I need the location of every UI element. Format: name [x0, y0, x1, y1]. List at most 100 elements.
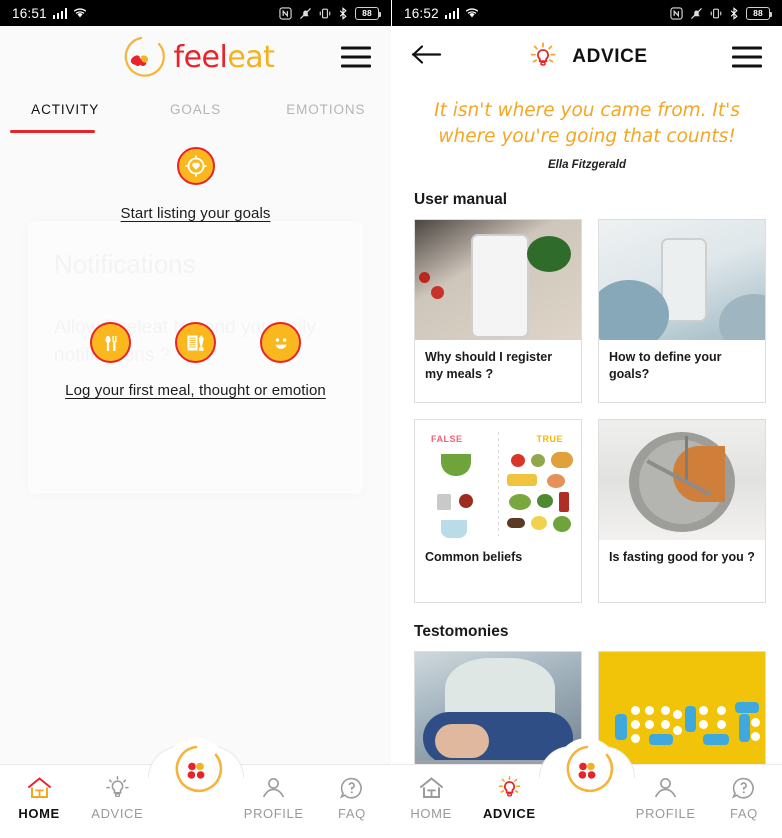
feeleat-clover-logo-icon: [124, 36, 165, 77]
tab-activity[interactable]: ACTIVITY: [0, 88, 130, 133]
status-bar-right: 88: [279, 6, 381, 20]
false-label: FALSE: [431, 434, 463, 445]
nav-label-profile: PROFILE: [243, 806, 304, 821]
article-card[interactable]: Why should I register my meals ?: [414, 219, 582, 404]
lightbulb-icon: [498, 776, 520, 797]
daily-quote: It isn't where you came from. It's where…: [392, 88, 782, 171]
status-bar-right-screen: 16:52 88: [392, 0, 782, 26]
feeleat-clover-fab-icon: [175, 745, 222, 793]
advice-header: ADVICE: [392, 26, 782, 88]
status-bar-left: 16:51: [12, 6, 87, 21]
advice-page-title: ADVICE: [572, 46, 648, 67]
back-arrow-glyph: [411, 45, 442, 64]
cutlery-glyph: [104, 335, 116, 351]
smiley-icon[interactable]: [260, 322, 301, 363]
feeleat-fab-button[interactable]: [556, 738, 618, 800]
notes-pen-icon[interactable]: [175, 322, 216, 363]
lightbulb-icon: [530, 42, 556, 66]
feeleat-fab-button[interactable]: [164, 738, 227, 800]
section-title-user-manual: User manual: [414, 191, 508, 209]
brand-wordmark: feeleat: [174, 40, 275, 75]
article-caption: Why should I register my meals ?: [425, 350, 553, 381]
quote-text: It isn't where you came from. It's where…: [434, 100, 740, 147]
article-caption: Is fasting good for you ?: [609, 550, 755, 565]
section-title-testimonies: Testomonies: [414, 623, 509, 641]
question-bubble-icon: [340, 777, 363, 799]
testimony-thumbnail: [415, 652, 581, 764]
bell-muted-icon: [691, 7, 702, 19]
dual-screenshot-container: 16:51 88 feeleat ACTIVITY GOALS EMOTIONS…: [0, 0, 782, 838]
nav-item-profile[interactable]: PROFILE: [235, 776, 313, 821]
article-card[interactable]: FALSE TRUE Common beliefs: [414, 419, 582, 604]
battery-icon: 88: [746, 6, 772, 20]
bell-muted-icon: [300, 7, 311, 19]
start-listing-goals-link[interactable]: Start listing your goals: [121, 205, 271, 222]
user-manual-row-1: Why should I register my meals ? How to …: [392, 219, 782, 404]
nav-label-faq: FAQ: [338, 806, 366, 821]
tab-goals[interactable]: GOALS: [130, 88, 260, 130]
user-manual-row-2: FALSE TRUE Common beliefs Is fasting goo…: [392, 419, 782, 604]
target-heart-icon[interactable]: [176, 147, 215, 185]
battery-level: 88: [362, 8, 372, 18]
nfc-icon: [279, 6, 292, 20]
testimony-card[interactable]: To agree to take medication: [598, 651, 766, 764]
question-bubble-icon: [732, 777, 755, 799]
status-time: 16:51: [12, 5, 47, 21]
home-content: Notifications Allow Feeleat to send you …: [0, 133, 391, 838]
nav-item-faq[interactable]: FAQ: [313, 776, 391, 821]
testimony-thumbnail: [599, 652, 765, 764]
article-thumbnail: [599, 420, 765, 541]
status-time-right: 16:52: [404, 5, 439, 21]
brand-eat: eat: [227, 39, 275, 75]
article-thumbnail: [415, 220, 581, 341]
advice-scroll-area[interactable]: It isn't where you came from. It's where…: [392, 88, 782, 764]
brand-feel: feel: [173, 39, 228, 75]
article-card[interactable]: Is fasting good for you ?: [598, 419, 766, 604]
log-prompt: Log your first meal, thought or emotion: [0, 322, 391, 399]
nav-item-home[interactable]: HOME: [392, 776, 470, 821]
hamburger-menu-icon[interactable]: [341, 46, 371, 68]
left-phone-screen: 16:51 88 feeleat ACTIVITY GOALS EMOTIONS…: [0, 0, 391, 838]
wifi-icon: [466, 8, 479, 18]
nav-label-home: HOME: [410, 806, 452, 821]
nav-item-home[interactable]: HOME: [0, 776, 78, 821]
goals-prompt: Start listing your goals: [0, 133, 391, 222]
home-icon: [27, 777, 51, 798]
article-card[interactable]: How to define your goals?: [598, 219, 766, 404]
article-caption: How to define your goals?: [609, 350, 722, 381]
nav-label-faq: FAQ: [730, 806, 758, 821]
log-icon-row: [90, 322, 301, 363]
status-bar: 16:51 88: [0, 0, 391, 26]
signal-icon: [444, 7, 460, 19]
nav-item-advice[interactable]: ADVICE: [470, 776, 548, 821]
target-heart-glyph: [185, 155, 206, 177]
bluetooth-icon: [730, 6, 738, 20]
battery-icon: 88: [355, 6, 381, 20]
quote-author: Ella Fitzgerald: [548, 159, 626, 172]
nav-label-advice: ADVICE: [482, 806, 536, 821]
right-phone-screen: 16:52 88 ADVICE It isn't where you came …: [391, 0, 782, 838]
nav-item-faq[interactable]: FAQ: [705, 776, 782, 821]
nav-label-home: HOME: [18, 806, 60, 821]
log-first-entry-link[interactable]: Log your first meal, thought or emotion: [65, 382, 326, 399]
status-bar-right-icons: 88: [670, 6, 772, 20]
tab-emotions[interactable]: EMOTIONS: [261, 88, 391, 130]
nav-item-profile[interactable]: PROFILE: [627, 776, 705, 821]
nav-item-advice[interactable]: ADVICE: [78, 776, 156, 821]
smiley-glyph: [274, 337, 287, 349]
testimony-card[interactable]: Saying goodbye to my: [414, 651, 582, 764]
tab-bar: ACTIVITY GOALS EMOTIONS: [0, 88, 391, 133]
feeleat-clover-fab-icon: [566, 745, 614, 793]
status-bar-left-right-screen: 16:52: [404, 6, 479, 21]
back-arrow-icon[interactable]: [410, 43, 444, 72]
notifications-dialog-title: Notifications: [54, 249, 196, 279]
battery-level-right: 88: [753, 8, 763, 18]
nav-label-profile: PROFILE: [635, 806, 696, 821]
cutlery-icon[interactable]: [90, 322, 131, 363]
home-icon: [419, 777, 443, 798]
person-icon: [263, 778, 285, 798]
true-label: TRUE: [536, 434, 563, 445]
hamburger-menu-icon[interactable]: [732, 46, 762, 68]
bluetooth-icon: [339, 6, 347, 20]
person-icon: [655, 778, 677, 798]
